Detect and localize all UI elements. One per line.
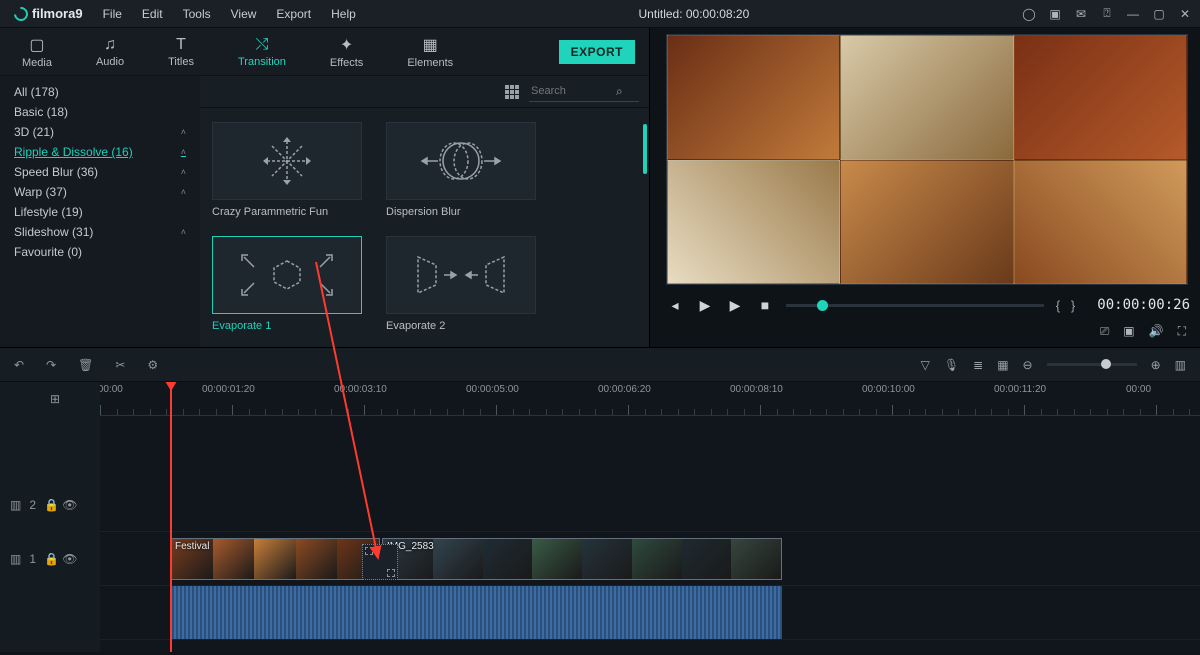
preview-slider[interactable]	[786, 304, 1044, 307]
scrollbar[interactable]	[643, 124, 647, 174]
mode-tabs: ▢Media ♫Audio TTitles ⤭Transition ✦Effects ▦E…	[0, 28, 649, 76]
play-fullspeed-button[interactable]: ▶	[726, 297, 744, 314]
prev-frame-button[interactable]: ◂	[666, 297, 684, 314]
tab-elements[interactable]: ▦Elements	[399, 31, 461, 73]
sidebar-item-0[interactable]: All (178)	[0, 82, 200, 102]
video-track-1[interactable]: FestivalIMG_2583	[100, 532, 1200, 586]
transition-item-0[interactable]: Crazy Parammetric Fun	[212, 122, 362, 218]
marker-icon[interactable]: ▽	[921, 358, 930, 372]
zoom-out-icon[interactable]: ⊖	[1023, 358, 1033, 372]
menu-export[interactable]: Export	[266, 3, 321, 25]
record-vo-icon[interactable]: 🎙	[944, 358, 959, 372]
audio-track[interactable]	[100, 586, 1200, 640]
sidebar-item-1[interactable]: Basic (18)	[0, 102, 200, 122]
grid-view-icon[interactable]	[505, 85, 519, 99]
snapshot-icon[interactable]: ▣	[1123, 324, 1134, 338]
transition-item-2[interactable]: Evaporate 1	[212, 236, 362, 332]
redo-icon[interactable]: ↷	[46, 358, 56, 372]
render-icon[interactable]: ▦	[997, 358, 1008, 372]
maximize-icon[interactable]: ▢	[1152, 7, 1166, 21]
window-title: Untitled: 00:00:08:20	[366, 7, 1022, 21]
menu-bar: filmora9 FileEditToolsViewExportHelp Unt…	[0, 0, 1200, 28]
track-head-2[interactable]: ▥ 2 🔒 👁	[0, 478, 100, 532]
transition-item-1[interactable]: Dispersion Blur	[386, 122, 536, 218]
preview-timecode: 00:00:00:26	[1097, 297, 1190, 313]
track-area[interactable]: 00:00:00:00 00:00:01:20 00:00:03:10 00:00:0…	[100, 382, 1200, 652]
tab-titles[interactable]: TTitles	[160, 32, 202, 72]
sidebar-item-4[interactable]: Speed Blur (36)˄	[0, 162, 200, 182]
quality-icon[interactable]: ⎚	[1100, 324, 1110, 339]
mail-icon[interactable]: ✉	[1074, 7, 1088, 21]
transition-item-3[interactable]: Evaporate 2	[386, 236, 536, 332]
menu-edit[interactable]: Edit	[132, 3, 173, 25]
ruler-label: 00:00:01:20	[202, 384, 255, 395]
adjust-icon[interactable]: ⚙	[147, 358, 158, 372]
zoom-in-icon[interactable]: ⊕	[1151, 358, 1161, 372]
sidebar-item-8[interactable]: Favourite (0)	[0, 242, 200, 262]
search-input[interactable]: ⌕	[529, 82, 639, 102]
tab-media[interactable]: ▢Media	[14, 31, 60, 73]
tab-effects[interactable]: ✦Effects	[322, 31, 371, 73]
minimize-icon[interactable]: —	[1126, 7, 1140, 21]
mark-in-out-icon[interactable]: { }	[1056, 298, 1076, 313]
menu-help[interactable]: Help	[321, 3, 366, 25]
timeline-settings-icon[interactable]: ▥	[1175, 358, 1186, 372]
ruler-label: 00:00:00:00	[100, 384, 123, 395]
timeline-toolbar: ↶ ↷ 🗑 ✂ ⚙ ▽ 🎙 ≣ ▦ ⊖ ⊕ ▥	[0, 348, 1200, 382]
sidebar-item-6[interactable]: Lifestyle (19)	[0, 202, 200, 222]
transition-on-clip[interactable]	[362, 544, 398, 580]
delete-icon[interactable]: 🗑	[78, 358, 93, 372]
sidebar-item-7[interactable]: Slideshow (31)˄	[0, 222, 200, 242]
preview-pane: ◂ ▶ ▶ ■ { } 00:00:00:26 ⎚ ▣ 🔊 ⛶	[650, 28, 1200, 347]
export-button[interactable]: EXPORT	[559, 40, 635, 64]
ruler-label: 00:00:03:10	[334, 384, 387, 395]
search-field[interactable]	[531, 85, 616, 97]
preview-viewport[interactable]	[666, 34, 1188, 285]
stop-button[interactable]: ■	[756, 297, 774, 313]
app-logo: filmora9	[8, 6, 89, 21]
ruler-label: 00:00	[1126, 384, 1151, 395]
search-icon[interactable]: ⌕	[616, 84, 623, 99]
audio-clip[interactable]	[170, 586, 782, 639]
video-track-2[interactable]	[100, 478, 1200, 532]
ruler-label: 00:00:08:10	[730, 384, 783, 395]
playhead[interactable]	[170, 382, 172, 652]
ruler-label: 00:00:11:20	[994, 384, 1046, 395]
zoom-slider[interactable]	[1047, 363, 1137, 366]
play-button[interactable]: ▶	[696, 297, 714, 314]
fullscreen-icon[interactable]: ⛶	[1178, 324, 1186, 339]
time-ruler[interactable]: 00:00:00:00 00:00:01:20 00:00:03:10 00:00:0…	[100, 382, 1200, 416]
preview-controls: ◂ ▶ ▶ ■ { } 00:00:00:26	[666, 291, 1190, 319]
ruler-label: 00:00:10:00	[862, 384, 915, 395]
save-icon[interactable]: ▣	[1048, 7, 1062, 21]
clip-festival[interactable]: Festival	[170, 538, 380, 580]
track-head-1[interactable]: ▥ 1 🔒 👁	[0, 532, 100, 586]
sidebar-item-5[interactable]: Warp (37)˄	[0, 182, 200, 202]
volume-icon[interactable]: 🔊	[1149, 324, 1164, 338]
track-head-audio[interactable]	[0, 586, 100, 640]
sidebar-item-3[interactable]: Ripple & Dissolve (16)˄	[0, 142, 200, 162]
add-track-button[interactable]: ⊞	[0, 382, 100, 416]
mic-icon[interactable]: ⍰	[1100, 7, 1114, 21]
menu-tools[interactable]: Tools	[173, 3, 221, 25]
app-brand: filmora9	[32, 6, 83, 21]
menu-view[interactable]: View	[221, 3, 267, 25]
ruler-label: 00:00:06:20	[598, 384, 651, 395]
split-icon[interactable]: ✂	[115, 358, 125, 372]
mixer-icon[interactable]: ≣	[973, 358, 983, 372]
left-pane: ▢Media ♫Audio TTitles ⤭Transition ✦Effects ▦E…	[0, 28, 650, 347]
category-sidebar: All (178)Basic (18)3D (21)˄Ripple & Diss…	[0, 76, 200, 347]
clip-img_2583[interactable]: IMG_2583	[382, 538, 782, 580]
tab-audio[interactable]: ♫Audio	[88, 32, 132, 72]
close-icon[interactable]: ✕	[1178, 7, 1192, 21]
sidebar-item-2[interactable]: 3D (21)˄	[0, 122, 200, 142]
transition-browser: ⌕ Crazy Parammetric FunDispersion BlurEv…	[200, 76, 649, 347]
tab-transition[interactable]: ⤭Transition	[230, 32, 294, 72]
menu-file[interactable]: File	[93, 3, 132, 25]
undo-icon[interactable]: ↶	[14, 358, 24, 372]
ruler-label: 00:00:05:00	[466, 384, 519, 395]
account-icon[interactable]: ◯	[1022, 7, 1036, 21]
